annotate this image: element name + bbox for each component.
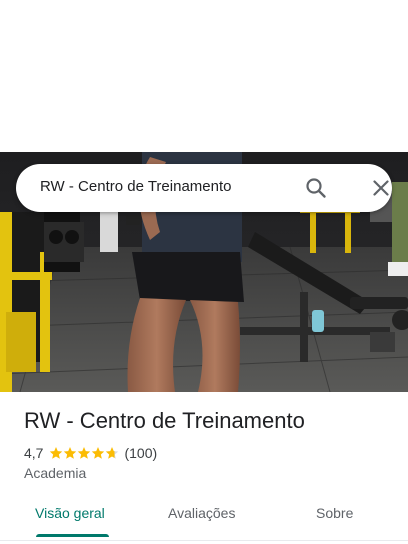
place-category[interactable]: Academia — [24, 465, 86, 481]
star-rating — [49, 446, 119, 460]
tab-overview[interactable]: Visão geral — [35, 505, 105, 521]
close-icon[interactable] — [367, 174, 395, 202]
star-icon — [106, 447, 119, 459]
rating-row[interactable]: 4,7 (100) — [24, 444, 157, 462]
search-icon[interactable] — [302, 174, 330, 202]
star-icon — [92, 447, 105, 459]
tab-bar: Visão geral Avaliações Sobre — [0, 496, 408, 537]
map-area — [0, 0, 408, 152]
search-input[interactable]: RW - Centro de Treinamento — [40, 178, 231, 195]
divider — [0, 540, 408, 541]
active-tab-indicator — [36, 534, 109, 537]
rating-value: 4,7 — [24, 445, 44, 461]
star-icon — [64, 447, 77, 459]
search-bar[interactable]: RW - Centro de Treinamento — [16, 164, 392, 212]
tab-about[interactable]: Sobre — [316, 505, 353, 521]
review-count[interactable]: (100) — [124, 445, 157, 461]
star-icon — [50, 447, 63, 459]
place-title: RW - Centro de Treinamento — [24, 408, 305, 433]
tab-reviews[interactable]: Avaliações — [168, 505, 235, 521]
star-icon — [78, 447, 91, 459]
